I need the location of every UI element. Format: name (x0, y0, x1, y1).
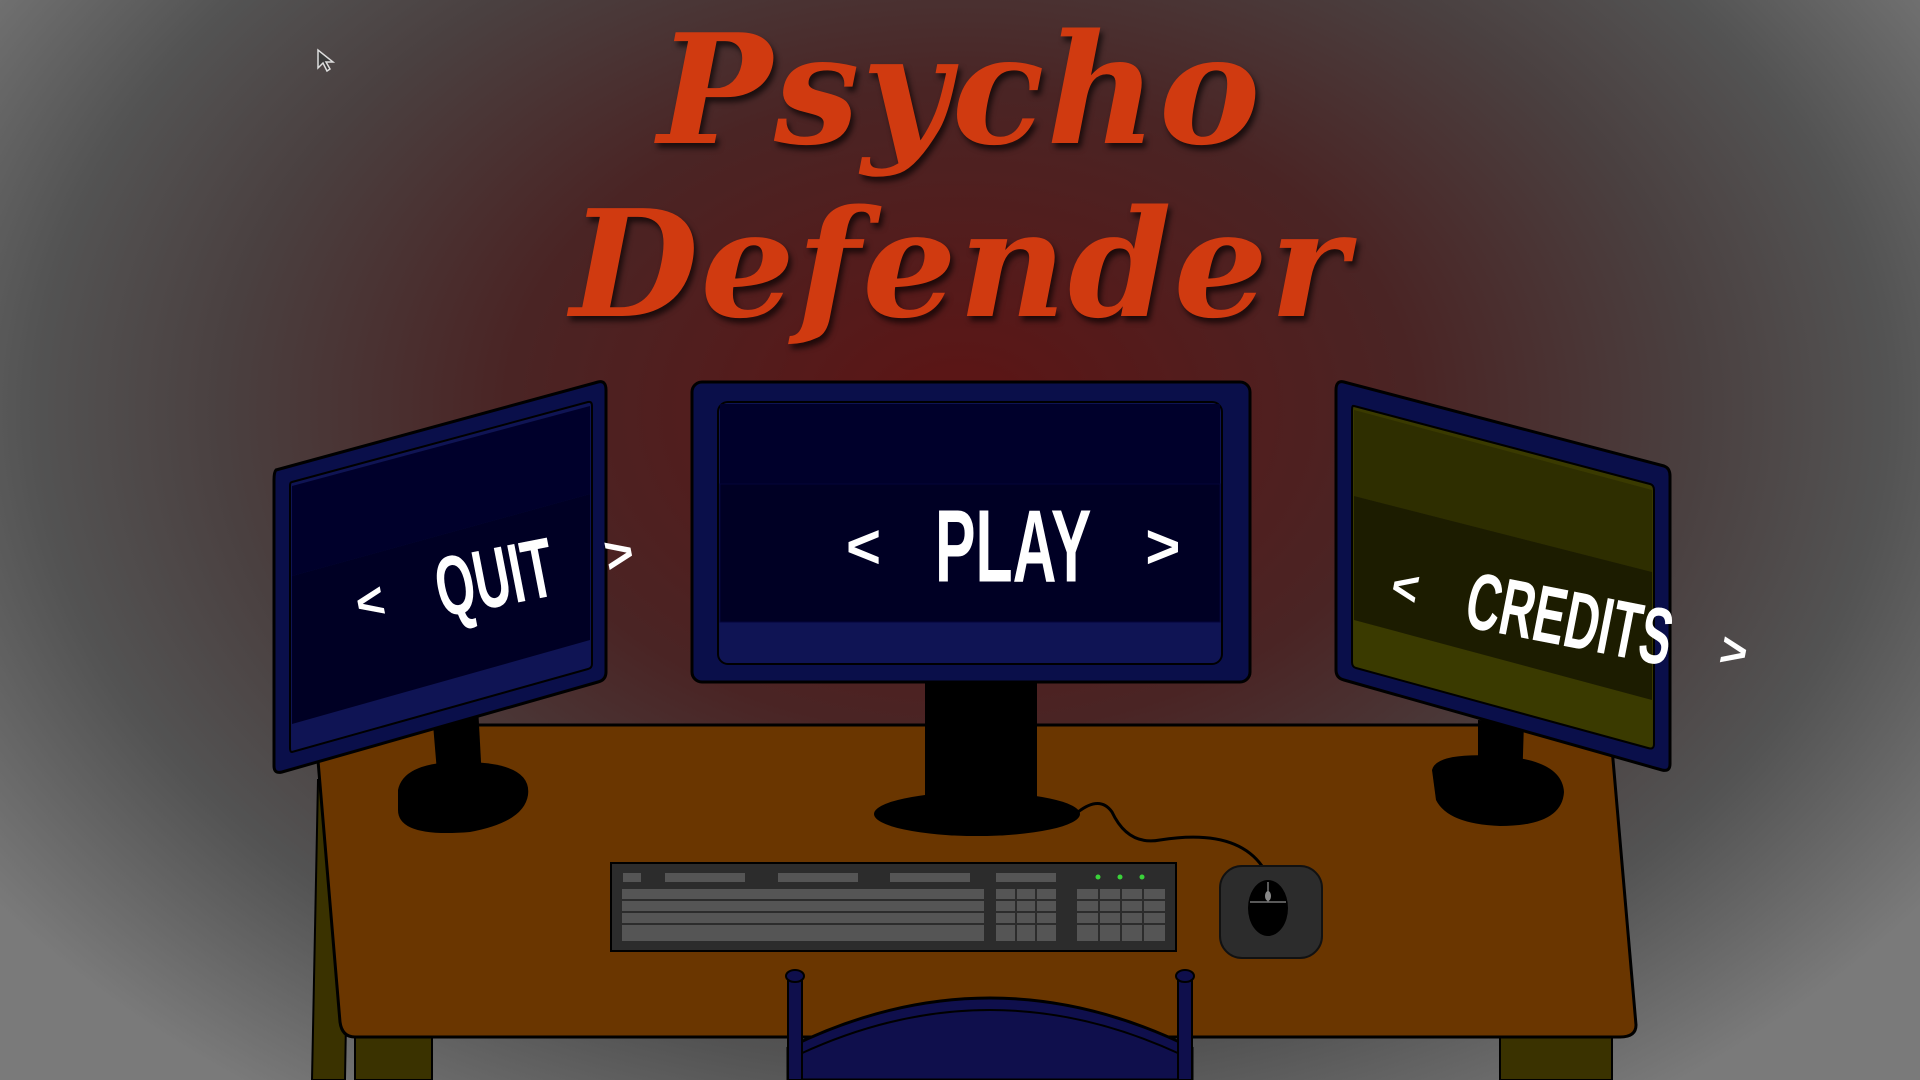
play-label: PLAY (934, 488, 1092, 604)
game-title-line-1: Psycho (657, 0, 1263, 179)
arrow-pointer-icon (317, 48, 336, 73)
mouse (1219, 865, 1323, 959)
game-title-line-2: Defender (570, 177, 1350, 351)
chevron-right-icon: > (1145, 511, 1181, 582)
chevron-left-icon: < (846, 511, 882, 582)
keyboard (610, 862, 1177, 952)
play-button[interactable]: < PLAY > (846, 488, 1181, 604)
